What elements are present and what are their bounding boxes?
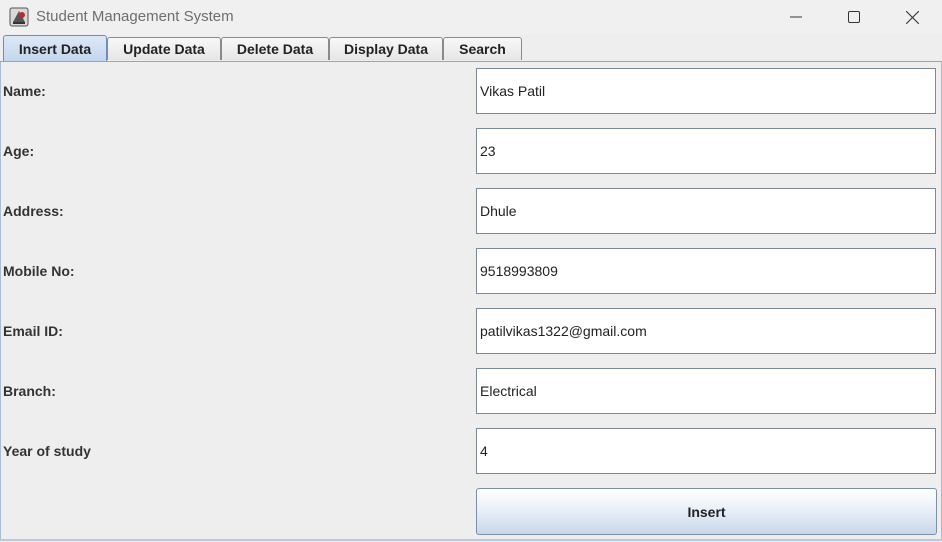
maximize-icon [848,11,860,23]
form-row-email: Email ID: [0,308,942,354]
tab-insert-data[interactable]: Insert Data [3,35,107,62]
form-row-address: Address: [0,188,942,234]
form-row-mobile: Mobile No: [0,248,942,294]
tab-display-data[interactable]: Display Data [329,37,443,60]
age-field[interactable] [476,128,936,174]
year-of-study-label: Year of study [3,443,91,459]
close-button[interactable] [883,0,941,34]
form-row-branch: Branch: [0,368,942,414]
panel-border-bottom [0,539,942,541]
address-label: Address: [3,203,64,219]
mobile-label: Mobile No: [3,263,75,279]
tab-search[interactable]: Search [443,37,522,60]
window-title: Student Management System [36,8,234,25]
address-field[interactable] [476,188,936,234]
insert-button[interactable]: Insert [476,488,937,535]
branch-label: Branch: [3,383,56,399]
form-row-year: Year of study [0,428,942,474]
age-label: Age: [3,143,35,159]
email-field[interactable] [476,308,936,354]
tab-delete-data[interactable]: Delete Data [221,37,329,60]
name-label: Name: [3,83,46,99]
title-bar: Student Management System [0,0,942,34]
tab-update-data[interactable]: Update Data [107,37,221,60]
name-field[interactable] [476,68,936,114]
form-row-age: Age: [0,128,942,174]
mobile-field[interactable] [476,248,936,294]
close-icon [905,10,919,24]
java-cup-icon[interactable] [9,7,29,27]
minimize-icon [790,11,802,23]
form-row-name: Name: [0,68,942,114]
email-label: Email ID: [3,323,63,339]
tab-bar: Insert Data Update Data Delete Data Disp… [0,34,942,62]
minimize-button[interactable] [767,0,825,34]
year-of-study-field[interactable] [476,428,936,474]
maximize-button[interactable] [825,0,883,34]
branch-field[interactable] [476,368,936,414]
